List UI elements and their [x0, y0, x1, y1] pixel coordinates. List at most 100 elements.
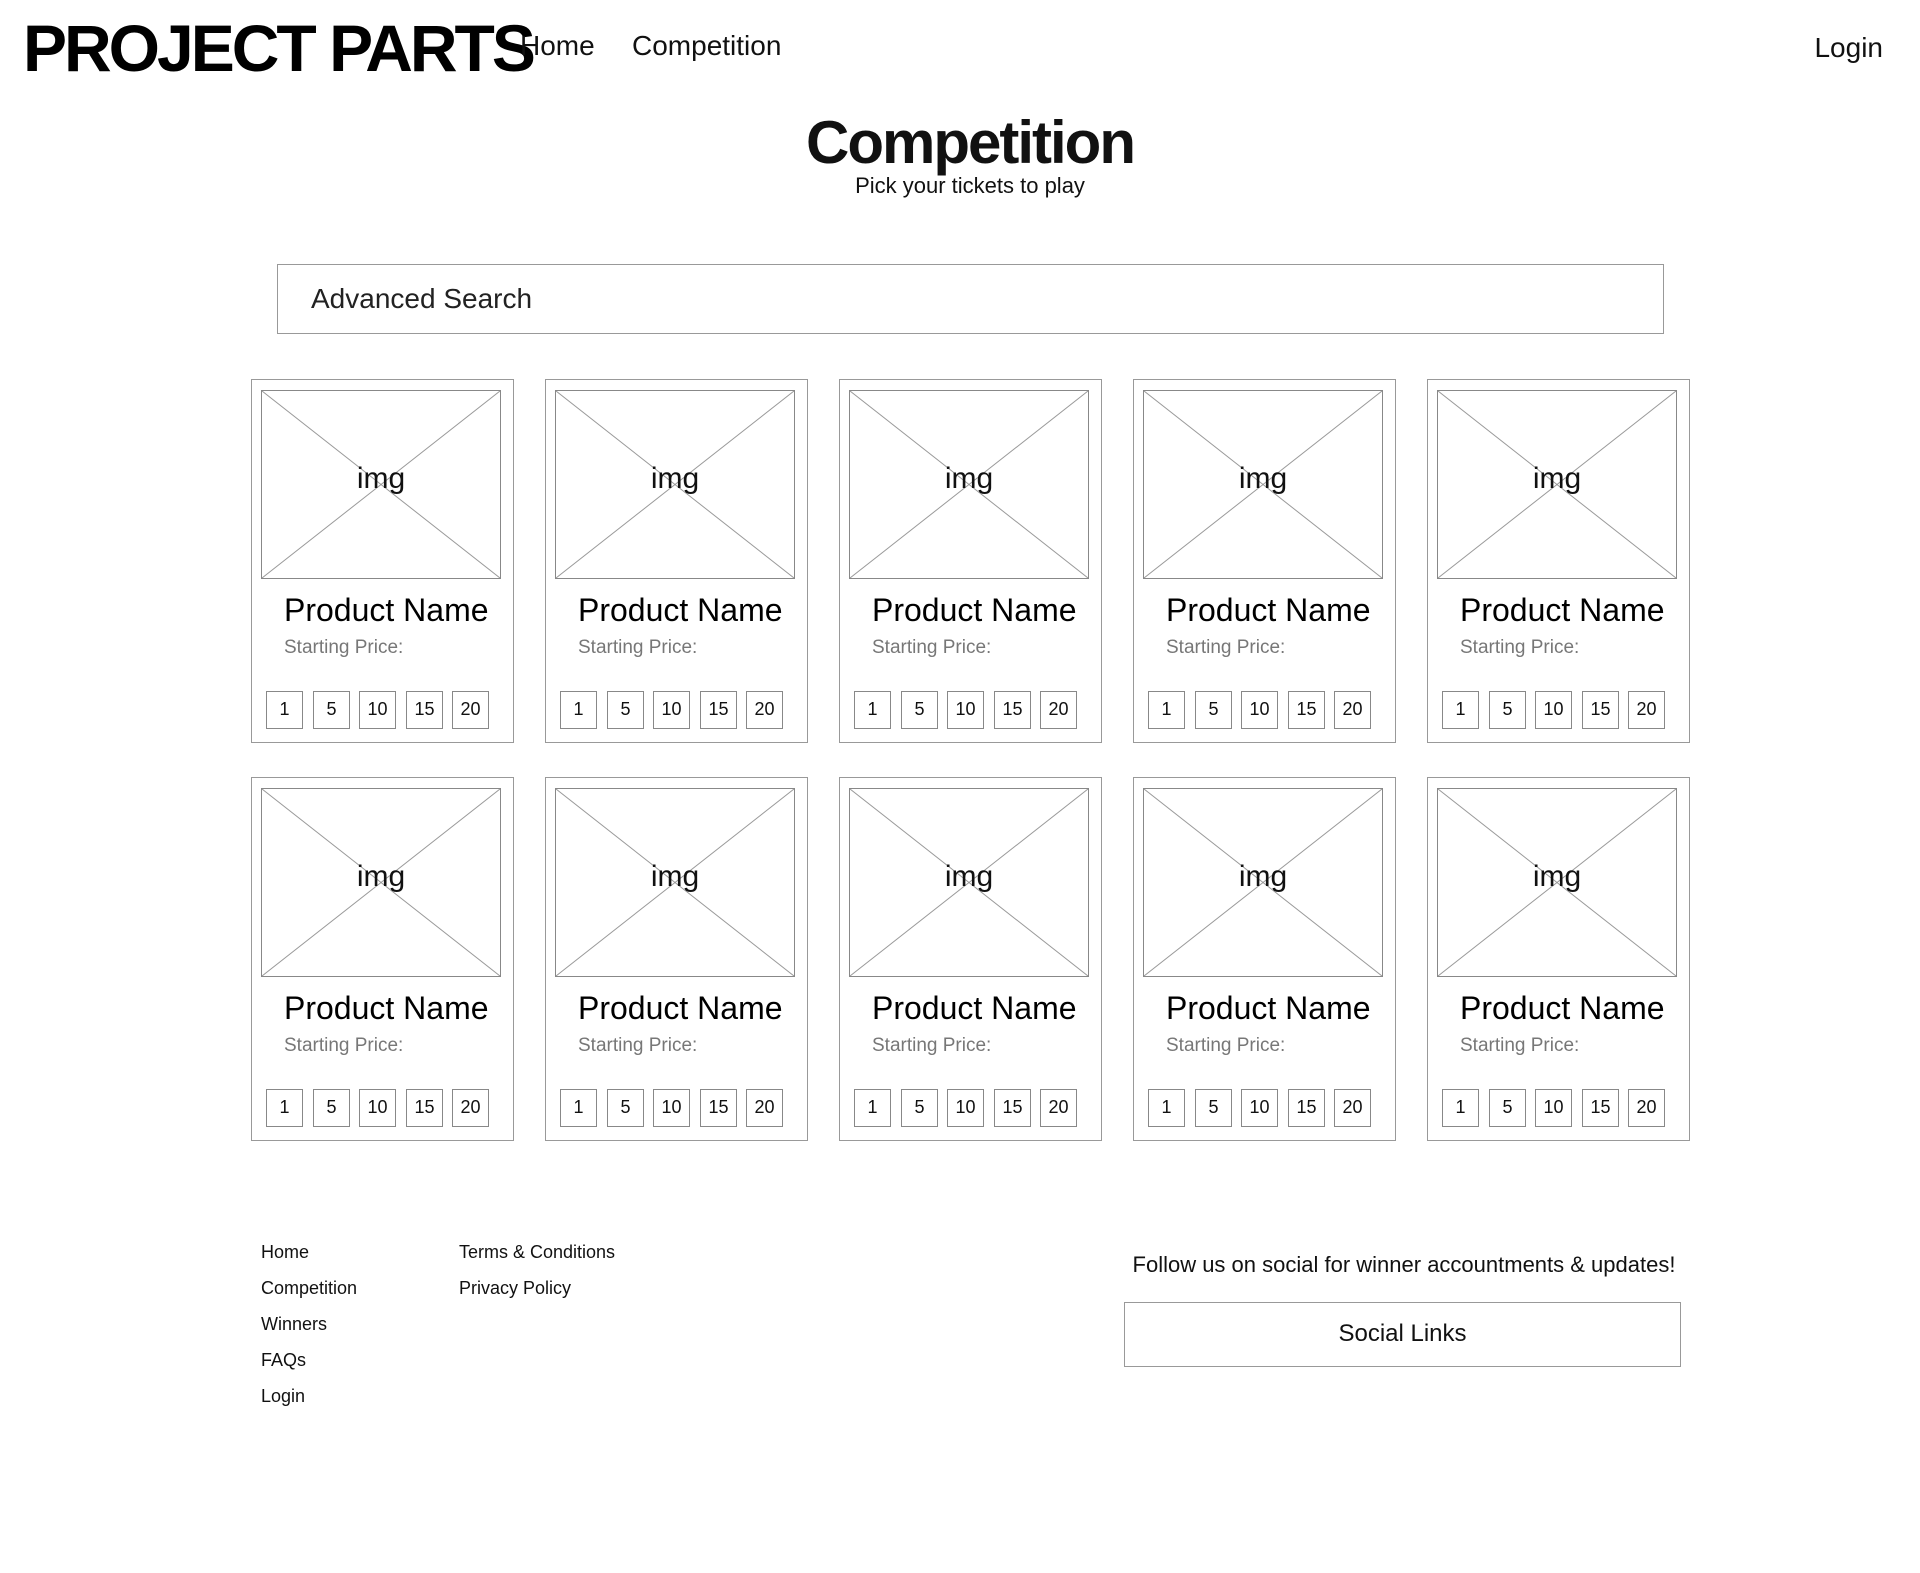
footer-link-faqs[interactable]: FAQs [261, 1348, 306, 1372]
ticket-option-button[interactable]: 20 [1334, 691, 1371, 729]
nav-competition-link[interactable]: Competition [632, 28, 781, 64]
product-name[interactable]: Product Name [1460, 590, 1665, 630]
product-name[interactable]: Product Name [872, 590, 1077, 630]
product-card[interactable]: img Product Name Starting Price: 1 5 10 15 20 [839, 379, 1102, 743]
ticket-option-button[interactable]: 10 [1535, 691, 1572, 729]
ticket-option-button[interactable]: 5 [901, 691, 938, 729]
ticket-option-button[interactable]: 5 [1489, 1089, 1526, 1127]
ticket-option-button[interactable]: 10 [1241, 691, 1278, 729]
footer-link-home[interactable]: Home [261, 1240, 309, 1264]
ticket-option-button[interactable]: 10 [653, 1089, 690, 1127]
product-card[interactable]: img Product Name Starting Price: 1 5 10 15 20 [251, 777, 514, 1141]
nav-login-link[interactable]: Login [1814, 30, 1883, 66]
ticket-option-button[interactable]: 1 [560, 1089, 597, 1127]
image-label: img [1238, 860, 1288, 893]
ticket-option-button[interactable]: 15 [1582, 1089, 1619, 1127]
ticket-option-button[interactable]: 15 [406, 691, 443, 729]
image-label: img [650, 462, 700, 495]
footer-link-terms[interactable]: Terms & Conditions [459, 1240, 615, 1264]
image-label: img [650, 860, 700, 893]
ticket-option-button[interactable]: 10 [1535, 1089, 1572, 1127]
product-card[interactable]: img Product Name Starting Price: 1 5 10 15 20 [545, 379, 808, 743]
ticket-option-button[interactable]: 1 [1442, 691, 1479, 729]
ticket-option-button[interactable]: 15 [406, 1089, 443, 1127]
ticket-option-button[interactable]: 5 [607, 1089, 644, 1127]
product-image-placeholder: img [1437, 788, 1677, 977]
starting-price-label: Starting Price: [872, 1035, 992, 1056]
ticket-option-button[interactable]: 10 [359, 691, 396, 729]
ticket-option-button[interactable]: 5 [901, 1089, 938, 1127]
nav-home-link[interactable]: Home [520, 28, 595, 64]
product-card[interactable]: img Product Name Starting Price: 1 5 10 15 20 [839, 777, 1102, 1141]
product-name[interactable]: Product Name [1166, 988, 1371, 1028]
ticket-option-button[interactable]: 15 [994, 691, 1031, 729]
ticket-option-button[interactable]: 10 [1241, 1089, 1278, 1127]
ticket-option-button[interactable]: 1 [1148, 691, 1185, 729]
ticket-option-button[interactable]: 1 [1148, 1089, 1185, 1127]
product-card[interactable]: img Product Name Starting Price: 1 5 10 15 20 [251, 379, 514, 743]
ticket-option-button[interactable]: 1 [266, 1089, 303, 1127]
starting-price-label: Starting Price: [1166, 1035, 1286, 1056]
ticket-option-button[interactable]: 20 [452, 691, 489, 729]
ticket-option-button[interactable]: 5 [1195, 1089, 1232, 1127]
product-card[interactable]: img Product Name Starting Price: 1 5 10 15 20 [1427, 379, 1690, 743]
ticket-option-button[interactable]: 20 [1334, 1089, 1371, 1127]
product-card[interactable]: img Product Name Starting Price: 1 5 10 15 20 [1133, 379, 1396, 743]
ticket-option-button[interactable]: 5 [313, 1089, 350, 1127]
ticket-option-button[interactable]: 20 [1040, 691, 1077, 729]
product-card[interactable]: img Product Name Starting Price: 1 5 10 15 20 [1133, 777, 1396, 1141]
ticket-option-button[interactable]: 10 [947, 691, 984, 729]
ticket-option-button[interactable]: 15 [700, 1089, 737, 1127]
ticket-option-button[interactable]: 10 [653, 691, 690, 729]
ticket-option-button[interactable]: 1 [560, 691, 597, 729]
ticket-option-button[interactable]: 20 [746, 691, 783, 729]
product-card[interactable]: img Product Name Starting Price: 1 5 10 15 20 [1427, 777, 1690, 1141]
ticket-option-button[interactable]: 1 [854, 1089, 891, 1127]
product-name[interactable]: Product Name [284, 988, 489, 1028]
ticket-option-button[interactable]: 15 [1582, 691, 1619, 729]
ticket-option-button[interactable]: 10 [947, 1089, 984, 1127]
brand-logo[interactable]: PROJECT PARTS [23, 8, 536, 88]
ticket-option-button[interactable]: 15 [1288, 1089, 1325, 1127]
ticket-option-button[interactable]: 15 [700, 691, 737, 729]
ticket-option-button[interactable]: 20 [1628, 1089, 1665, 1127]
ticket-option-button[interactable]: 10 [359, 1089, 396, 1127]
ticket-option-button[interactable]: 20 [1040, 1089, 1077, 1127]
ticket-option-button[interactable]: 15 [994, 1089, 1031, 1127]
ticket-option-button[interactable]: 20 [1628, 691, 1665, 729]
ticket-option-button[interactable]: 1 [266, 691, 303, 729]
advanced-search-bar[interactable]: Advanced Search [277, 264, 1664, 334]
product-name[interactable]: Product Name [578, 988, 783, 1028]
starting-price-label: Starting Price: [1460, 1035, 1580, 1056]
product-name[interactable]: Product Name [284, 590, 489, 630]
footer-link-competition[interactable]: Competition [261, 1276, 357, 1300]
starting-price-label: Starting Price: [578, 637, 698, 658]
ticket-option-button[interactable]: 1 [854, 691, 891, 729]
product-card[interactable]: img Product Name Starting Price: 1 5 10 15 20 [545, 777, 808, 1141]
starting-price-label: Starting Price: [578, 1035, 698, 1056]
footer-link-login[interactable]: Login [261, 1384, 305, 1408]
product-image-placeholder: img [1143, 390, 1383, 579]
product-image-placeholder: img [555, 390, 795, 579]
ticket-option-button[interactable]: 20 [746, 1089, 783, 1127]
image-label: img [1532, 462, 1582, 495]
ticket-option-button[interactable]: 5 [1489, 691, 1526, 729]
ticket-option-button[interactable]: 20 [452, 1089, 489, 1127]
social-links-button[interactable]: Social Links [1124, 1302, 1681, 1367]
image-label: img [356, 860, 406, 893]
ticket-option-button[interactable]: 5 [607, 691, 644, 729]
product-name[interactable]: Product Name [872, 988, 1077, 1028]
ticket-option-button[interactable]: 5 [313, 691, 350, 729]
product-name[interactable]: Product Name [578, 590, 783, 630]
product-image-placeholder: img [1143, 788, 1383, 977]
ticket-option-button[interactable]: 5 [1195, 691, 1232, 729]
starting-price-label: Starting Price: [284, 637, 404, 658]
ticket-option-button[interactable]: 1 [1442, 1089, 1479, 1127]
product-name[interactable]: Product Name [1460, 988, 1665, 1028]
page-subtitle: Pick your tickets to play [855, 173, 1085, 198]
footer-link-winners[interactable]: Winners [261, 1312, 327, 1336]
ticket-option-button[interactable]: 15 [1288, 691, 1325, 729]
footer-link-privacy[interactable]: Privacy Policy [459, 1276, 571, 1300]
product-image-placeholder: img [261, 390, 501, 579]
product-name[interactable]: Product Name [1166, 590, 1371, 630]
